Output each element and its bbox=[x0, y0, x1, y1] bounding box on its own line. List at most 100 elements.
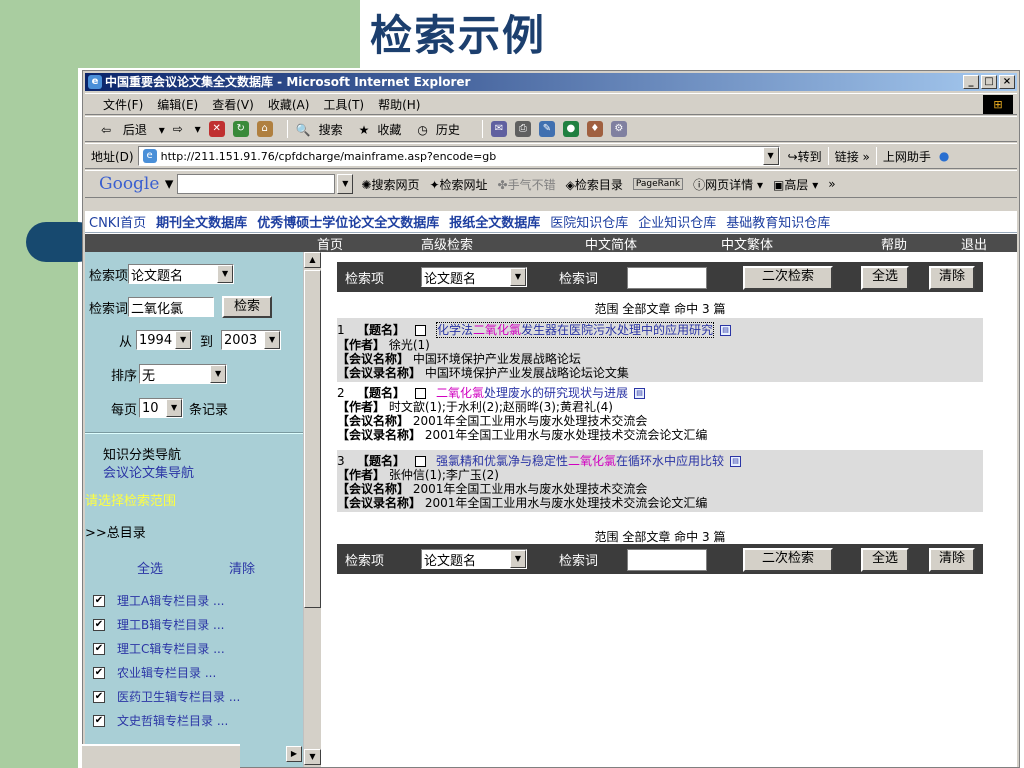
nav-education-kb[interactable]: 基础教育知识仓库 bbox=[726, 212, 830, 231]
edit-icon[interactable]: ✎ bbox=[538, 121, 555, 137]
select-all-link[interactable]: 全选 bbox=[137, 558, 163, 577]
category-item[interactable]: ✔ 理工C辑专栏目录 ... bbox=[93, 640, 225, 657]
search-site-button[interactable]: ✦检索网址 bbox=[429, 176, 487, 193]
term-input[interactable] bbox=[627, 267, 707, 289]
site-menu-help[interactable]: 帮助 bbox=[881, 234, 907, 253]
page-info-button[interactable]: ⓘ网页详情 ▾ bbox=[693, 176, 763, 193]
checkbox-checked-icon[interactable]: ✔ bbox=[93, 594, 105, 607]
site-menu-simplified[interactable]: 中文简体 bbox=[585, 234, 637, 253]
site-menu-advanced[interactable]: 高级检索 bbox=[421, 234, 473, 253]
term-input[interactable] bbox=[627, 549, 707, 571]
lucky-button[interactable]: ✤手气不错 bbox=[498, 176, 556, 193]
nav-cnki-home[interactable]: CNKI首页 bbox=[89, 212, 146, 231]
mail-icon[interactable]: ✉ bbox=[490, 121, 507, 137]
secondary-search-button[interactable]: 二次检索 bbox=[743, 266, 833, 290]
menu-view[interactable]: 查看(V) bbox=[212, 96, 254, 113]
nav-thesis-db[interactable]: 优秀博硕士学位论文全文数据库 bbox=[257, 212, 439, 231]
select-all-button[interactable]: 全选 bbox=[861, 548, 909, 572]
checkbox-checked-icon[interactable]: ✔ bbox=[93, 690, 105, 703]
result-title-link[interactable]: 化学法二氧化氯发生器在医院污水处理中的应用研究 bbox=[436, 322, 715, 338]
checkbox-checked-icon[interactable]: ✔ bbox=[93, 666, 105, 679]
left-scrollbar[interactable]: ▲ ▼ bbox=[303, 252, 321, 767]
field-select[interactable]: 论文题名 ▼ bbox=[421, 549, 527, 569]
checkbox-checked-icon[interactable]: ✔ bbox=[93, 618, 105, 631]
go-button[interactable]: ↪转到 bbox=[788, 148, 822, 165]
address-input[interactable]: e http://211.151.91.76/cpfdcharge/mainfr… bbox=[137, 146, 780, 166]
maximize-button[interactable]: □ bbox=[981, 75, 997, 89]
google-logo[interactable]: Google ▾ bbox=[99, 174, 173, 194]
refresh-icon[interactable]: ↻ bbox=[232, 121, 249, 137]
menu-help[interactable]: 帮助(H) bbox=[378, 96, 420, 113]
checkbox-checked-icon[interactable]: ✔ bbox=[93, 642, 105, 655]
document-icon[interactable]: ▤ bbox=[634, 387, 646, 399]
perpage-select[interactable]: 10 ▼ bbox=[139, 398, 184, 418]
nav-hospital-kb[interactable]: 医院知识仓库 bbox=[550, 212, 628, 231]
checkbox-checked-icon[interactable]: ✔ bbox=[93, 714, 105, 727]
google-dropdown-icon[interactable]: ▼ bbox=[337, 174, 354, 194]
to-year-select[interactable]: 2003 ▼ bbox=[221, 330, 282, 350]
print-icon[interactable]: ⎙ bbox=[514, 121, 531, 137]
assistant-icon[interactable]: ● bbox=[939, 149, 949, 163]
up-button[interactable]: ▣高层 ▾ bbox=[773, 176, 818, 193]
forward-button[interactable]: ⇨ ▾ bbox=[173, 122, 201, 136]
nav-journal-db[interactable]: 期刊全文数据库 bbox=[156, 212, 247, 231]
select-all-button[interactable]: 全选 bbox=[861, 266, 909, 290]
category-item[interactable]: ✔ 医药卫生辑专栏目录 ... bbox=[93, 688, 240, 705]
messenger-icon[interactable]: ♦ bbox=[586, 121, 603, 137]
scroll-down-icon[interactable]: ▼ bbox=[304, 749, 321, 765]
site-menu-traditional[interactable]: 中文繁体 bbox=[721, 234, 773, 253]
nav-enterprise-kb[interactable]: 企业知识仓库 bbox=[638, 212, 716, 231]
more-chevron-icon[interactable]: » bbox=[828, 177, 835, 191]
term-input[interactable]: 二氧化氯 bbox=[128, 297, 215, 317]
minimize-button[interactable]: _ bbox=[963, 75, 979, 89]
tool-icon[interactable]: ⚙ bbox=[610, 121, 627, 137]
menu-file[interactable]: 文件(F) bbox=[103, 96, 143, 113]
catalog-root[interactable]: >>总目录 bbox=[85, 522, 146, 541]
menu-edit[interactable]: 编辑(E) bbox=[157, 96, 198, 113]
category-item[interactable]: ✔ 理工A辑专栏目录 ... bbox=[93, 592, 224, 609]
scroll-up-icon[interactable]: ▲ bbox=[304, 252, 321, 268]
assistant-button[interactable]: 上网助手 bbox=[883, 148, 931, 165]
menu-tools[interactable]: 工具(T) bbox=[323, 96, 364, 113]
directory-button[interactable]: ◈检索目录 bbox=[566, 176, 623, 193]
field-select[interactable]: 论文题名 ▼ bbox=[128, 264, 235, 284]
category-item[interactable]: ✔ 理工B辑专栏目录 ... bbox=[93, 616, 225, 633]
search-web-button[interactable]: ✺搜索网页 bbox=[361, 176, 419, 193]
clear-button[interactable]: 清除 bbox=[929, 266, 975, 290]
clear-link[interactable]: 清除 bbox=[229, 558, 255, 577]
stop-icon[interactable]: ✕ bbox=[208, 121, 225, 137]
document-icon[interactable]: ▤ bbox=[730, 455, 742, 467]
from-year-select[interactable]: 1994 ▼ bbox=[136, 330, 193, 350]
secondary-search-button[interactable]: 二次检索 bbox=[743, 548, 833, 572]
search-button[interactable]: 检索 bbox=[222, 296, 273, 318]
nav-link-proceedings[interactable]: 会议论文集导航 bbox=[103, 462, 194, 481]
close-button[interactable]: × bbox=[999, 75, 1015, 89]
select-checkbox[interactable] bbox=[415, 455, 427, 467]
search-button[interactable]: 🔍 搜索 bbox=[296, 121, 351, 138]
favorites-button[interactable]: ★ 收藏 bbox=[359, 121, 410, 138]
horizontal-scrollbar-track[interactable] bbox=[82, 744, 240, 768]
google-search-input[interactable] bbox=[177, 174, 336, 194]
links-button[interactable]: 链接 » bbox=[835, 148, 870, 165]
nav-newspaper-db[interactable]: 报纸全文数据库 bbox=[449, 212, 540, 231]
result-title-link[interactable]: 二氧化氯处理废水的研究现状与进展 bbox=[436, 386, 628, 400]
select-checkbox[interactable] bbox=[415, 387, 427, 399]
discuss-icon[interactable]: ● bbox=[562, 121, 579, 137]
address-dropdown-icon[interactable]: ▼ bbox=[762, 147, 779, 165]
document-icon[interactable]: ▤ bbox=[720, 324, 732, 336]
category-item[interactable]: ✔ 农业辑专栏目录 ... bbox=[93, 664, 216, 681]
home-icon[interactable]: ⌂ bbox=[256, 121, 273, 137]
history-button[interactable]: ◷ 历史 bbox=[417, 121, 468, 138]
back-button[interactable]: ⇦ 后退 ▾ bbox=[101, 121, 165, 138]
site-menu-home[interactable]: 首页 bbox=[317, 234, 343, 253]
scroll-right-icon[interactable]: ▶ bbox=[286, 746, 302, 762]
site-menu-exit[interactable]: 退出 bbox=[961, 234, 987, 253]
sort-select[interactable]: 无 ▼ bbox=[139, 364, 228, 384]
scroll-thumb[interactable] bbox=[304, 270, 321, 608]
result-title-link[interactable]: 强氯精和优氯净与稳定性二氧化氯在循环水中应用比较 bbox=[436, 454, 724, 468]
select-checkbox[interactable] bbox=[415, 324, 427, 336]
category-item[interactable]: ✔ 文史哲辑专栏目录 ... bbox=[93, 712, 228, 729]
field-select[interactable]: 论文题名 ▼ bbox=[421, 267, 527, 287]
clear-button[interactable]: 清除 bbox=[929, 548, 975, 572]
menu-favorites[interactable]: 收藏(A) bbox=[268, 96, 310, 113]
